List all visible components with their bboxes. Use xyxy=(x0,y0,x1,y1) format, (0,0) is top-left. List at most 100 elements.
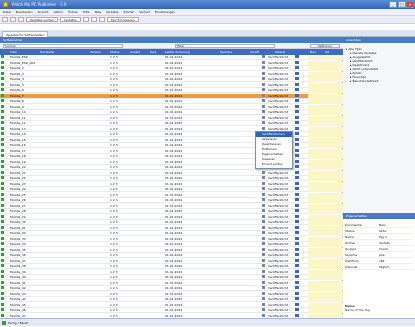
row-checkbox[interactable] xyxy=(262,60,265,64)
table-row[interactable]: Mozilla_37 1 2 3 01.01.2024 Veröffentlicht xyxy=(0,258,343,264)
property-row[interactable]: Ordner Update xyxy=(345,241,413,246)
table-row[interactable]: Mozilla_39 1 2 3 01.01.2024 Veröffentlicht xyxy=(0,269,343,275)
table-row[interactable]: Mozilla_33 1 2 3 01.01.2024 Veröffentlicht xyxy=(0,236,343,242)
table-row[interactable]: Mozilla_44 1 2 3 01.01.2024 Veröffentlicht xyxy=(0,297,343,302)
tree-item[interactable]: ▸ Benutzerdefiniert xyxy=(346,79,412,83)
property-value[interactable]: x64 xyxy=(379,259,385,264)
row-checkbox[interactable] xyxy=(262,269,265,273)
table-row[interactable]: Mozilla_12 1 2 3 01.01.2024 Veröffentlicht xyxy=(0,121,343,126)
property-row[interactable]: Gruppe Check xyxy=(345,247,413,252)
table-row[interactable]: Mozilla_28 1 2 3 01.01.2024 Veröffentlicht xyxy=(0,209,343,214)
row-checkbox[interactable] xyxy=(262,110,265,113)
property-row[interactable]: Kommentar Nein xyxy=(345,223,413,228)
menu-8[interactable]: Publish xyxy=(124,10,135,14)
property-row[interactable]: Intervall Täglich xyxy=(345,265,413,270)
table-row[interactable]: Mozilla_38 1 2 3 01.01.2024 Veröffentlicht xyxy=(0,264,343,269)
table-row[interactable]: Mozilla_45 1 2 3 01.01.2024 Veröffentlicht xyxy=(0,302,343,308)
forward-icon[interactable] xyxy=(10,17,16,22)
table-row[interactable]: Mozilla_9 1 2 3 01.01.2024 Veröffentlicht xyxy=(0,104,343,110)
menu-6[interactable]: Tabs xyxy=(94,10,101,14)
row-checkbox[interactable] xyxy=(262,302,265,306)
row-checkbox[interactable] xyxy=(262,214,265,218)
row-checkbox[interactable] xyxy=(262,192,265,196)
row-checkbox[interactable] xyxy=(262,77,265,80)
row-checkbox[interactable] xyxy=(262,181,265,185)
table-row[interactable]: Mozilla_46 1 2 3 01.01.2024 Veröffentlicht xyxy=(0,308,343,313)
row-checkbox[interactable] xyxy=(262,308,265,311)
row-checkbox[interactable] xyxy=(262,209,265,212)
table-row[interactable]: Mozilla_40 1 2 3 01.01.2024 Veröffentlicht xyxy=(0,275,343,280)
table-row[interactable]: Mozilla_21 1 2 3 01.01.2024 Veröffentlicht xyxy=(0,170,343,176)
search-updates-button[interactable]: Updates suchen xyxy=(26,17,59,22)
updates-combo[interactable]: Updates xyxy=(60,17,81,22)
row-checkbox[interactable] xyxy=(262,242,265,245)
table-row[interactable]: Mozilla_6 1 2 3 01.01.2024 Veröffentlicht xyxy=(0,88,343,93)
menu-10[interactable]: Einstellungen xyxy=(155,10,175,14)
row-checkbox[interactable] xyxy=(262,297,265,300)
table-row[interactable]: Mozilla_23 1 2 3 01.01.2024 Veröffentlicht xyxy=(0,181,343,187)
row-checkbox[interactable] xyxy=(262,253,265,256)
row-checkbox[interactable] xyxy=(262,88,265,91)
row-checkbox[interactable] xyxy=(262,247,265,251)
row-checkbox[interactable] xyxy=(262,225,265,229)
close-button[interactable]: x xyxy=(406,1,414,8)
table-row[interactable]: Mozilla_43 1 2 3 01.01.2024 Veröffentlicht xyxy=(0,291,343,297)
table-row[interactable]: Mozilla_25 1 2 3 01.01.2024 Veröffentlicht xyxy=(0,192,343,198)
table-row[interactable]: Mozilla_35 1 2 3 01.01.2024 Veröffentlicht xyxy=(0,247,343,253)
table-row[interactable]: Mozilla_31 1 2 3 01.01.2024 Veröffentlicht xyxy=(0,225,343,231)
row-checkbox[interactable] xyxy=(262,236,265,240)
property-row[interactable]: Sprache Alle xyxy=(345,253,413,258)
row-checkbox[interactable] xyxy=(262,71,265,75)
table-row[interactable]: Mozilla_27 1 2 3 01.01.2024 Veröffentlicht xyxy=(0,203,343,209)
minimize-button[interactable]: _ xyxy=(389,1,397,8)
table-row[interactable]: Mozilla_3 1 2 3 01.01.2024 Veröffentlicht xyxy=(0,71,343,77)
menu-1[interactable]: Bearbeiten xyxy=(16,10,32,14)
table-row[interactable]: Mozilla_42 1 2 3 01.01.2024 Veröffentlicht xyxy=(0,286,343,291)
row-checkbox[interactable] xyxy=(262,82,265,86)
property-row[interactable]: Plattform x64 xyxy=(345,259,413,264)
table-row[interactable]: Mozilla_7 1 2 3 01.01.2024 Veröffentlicht xyxy=(0,93,343,99)
row-checkbox[interactable] xyxy=(262,66,265,69)
table-row[interactable]: Mozilla_41 1 2 3 01.01.2024 Veröffentlicht xyxy=(0,280,343,286)
property-value[interactable]: Check xyxy=(379,247,388,252)
table-row[interactable]: Mozilla_36 1 2 3 01.01.2024 Veröffentlicht xyxy=(0,253,343,258)
maximize-button[interactable]: □ xyxy=(398,1,406,8)
row-checkbox[interactable] xyxy=(262,170,265,174)
row-checkbox[interactable] xyxy=(262,275,265,278)
search-input[interactable]: Suchen xyxy=(3,44,123,48)
row-checkbox[interactable] xyxy=(262,104,265,108)
table-row[interactable]: Mozilla_4 1 2 3 01.01.2024 Veröffentlicht xyxy=(0,77,343,82)
property-row[interactable]: Status Aktiv xyxy=(345,229,413,234)
context-menu-item[interactable]: Erneut prüfen xyxy=(256,162,292,167)
property-value[interactable]: Tag 1 xyxy=(379,235,387,240)
row-checkbox[interactable] xyxy=(262,231,265,234)
property-value[interactable]: Täglich xyxy=(379,265,389,270)
row-checkbox[interactable] xyxy=(262,264,265,267)
table-row[interactable]: Mozilla_5 1 2 3 01.01.2024 Veröffentlicht xyxy=(0,82,343,88)
property-value[interactable]: Update xyxy=(379,241,390,246)
row-checkbox[interactable] xyxy=(262,280,265,284)
table-row[interactable]: Mozilla_34 1 2 3 01.01.2024 Veröffentlicht xyxy=(0,242,343,247)
row-checkbox[interactable] xyxy=(262,313,265,317)
save-icon[interactable] xyxy=(82,17,89,22)
table-row[interactable]: Mozilla_24 1 2 3 01.01.2024 Veröffentlicht xyxy=(0,187,343,192)
refresh-icon[interactable] xyxy=(18,17,24,22)
row-checkbox[interactable] xyxy=(262,258,265,262)
table-row[interactable]: Mozilla_8 1 2 3 01.01.2024 Veröffentlicht xyxy=(0,99,343,104)
table-row[interactable]: Mozilla_29 1 2 3 01.01.2024 Veröffentlicht xyxy=(0,214,343,220)
row-checkbox[interactable] xyxy=(262,286,265,289)
property-value[interactable]: Alle xyxy=(379,253,385,258)
row-checkbox[interactable] xyxy=(262,291,265,295)
property-row[interactable]: Name Tag 1 xyxy=(345,235,413,240)
row-checkbox[interactable] xyxy=(262,115,265,119)
menu-0[interactable]: Datei xyxy=(3,10,11,14)
table-row[interactable]: Mozilla_11 1 2 3 01.01.2024 Veröffentlicht xyxy=(0,115,343,121)
menu-5[interactable]: Hilfe xyxy=(83,10,90,14)
menu-4[interactable]: Extras xyxy=(68,10,77,14)
table-row[interactable]: Mozilla_2 1 2 3 01.01.2024 Veröffentlicht xyxy=(0,66,343,71)
filter-options-button[interactable]: Optionen xyxy=(310,44,340,48)
publish-icon[interactable] xyxy=(90,17,97,22)
table-row[interactable]: Mozilla_ESR 1 2 3 01.01.2024 Veröffentlicht xyxy=(0,55,343,60)
sync-button[interactable]: Synchronisieren xyxy=(106,17,139,22)
row-checkbox[interactable] xyxy=(262,187,265,190)
